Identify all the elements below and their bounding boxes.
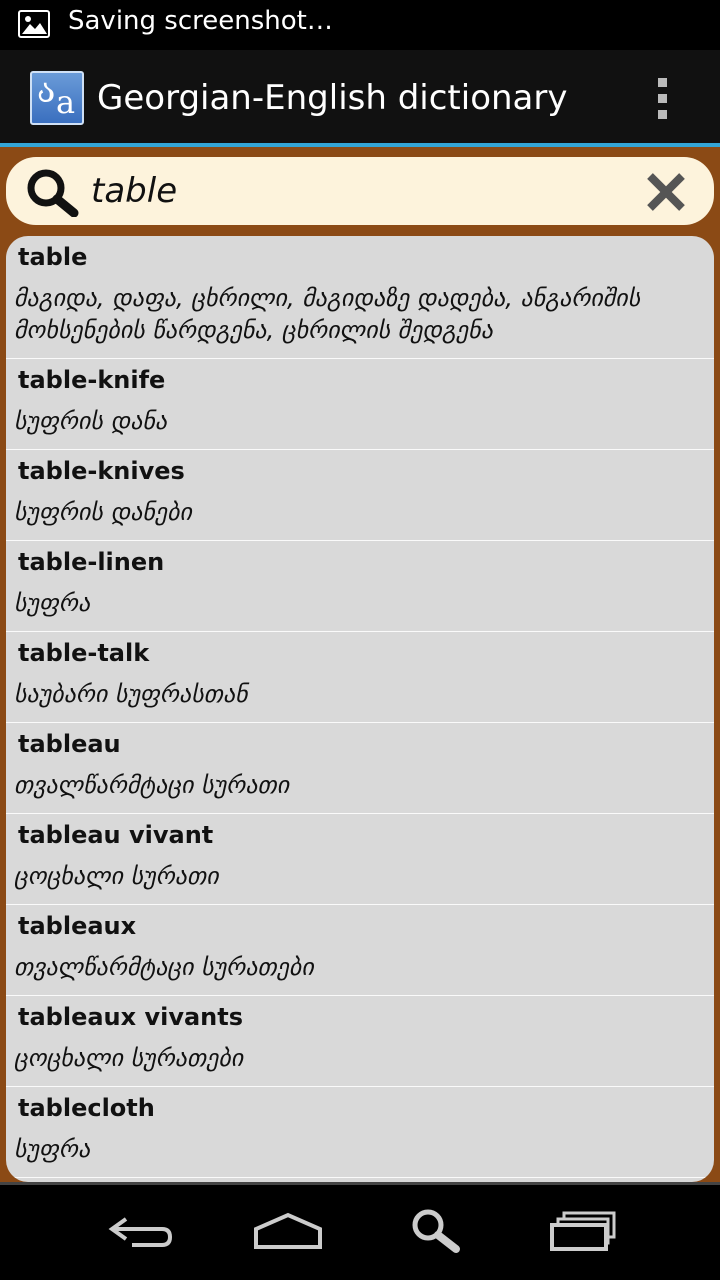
image-icon [18,10,50,38]
list-item[interactable]: table-linen სუფრა [6,541,714,632]
entry-word: table-linen [18,548,165,576]
entry-word: table-knife [18,366,166,394]
entry-translation: თვალწარმტაცი სურათი [14,771,290,799]
status-notification-text: Saving screenshot… [68,6,333,36]
entry-translation: ცოცხალი სურათი [14,862,219,890]
entry-translation: სუფრის დანა [14,407,168,435]
list-item[interactable]: table-knives სუფრის დანები [6,450,714,541]
entry-translation: საუბარი სუფრასთან [14,680,248,708]
home-icon[interactable] [250,1207,326,1255]
close-icon[interactable] [644,170,688,214]
entry-word: tableaux [18,912,137,940]
app-title: Georgian-English dictionary [97,78,568,118]
navigation-bar [0,1185,720,1280]
list-item[interactable]: tableau თვალწარმტაცი სურათი [6,723,714,814]
action-bar: ა a Georgian-English dictionary [0,50,720,143]
search-icon[interactable] [408,1207,468,1257]
search-icon [27,169,79,217]
entry-translation: ცოცხალი სურათები [14,1044,244,1072]
status-bar: Saving screenshot… [0,0,720,50]
dictionary-logo-icon[interactable]: ა a [30,71,84,125]
back-icon[interactable] [104,1207,176,1255]
list-item[interactable]: tableaux თვალწარმტაცი სურათები [6,905,714,996]
entry-translation: სუფრა [14,589,91,617]
entry-word: tableau vivant [18,821,214,849]
entry-translation: მაგიდა, დაფა, ცხრილი, მაგიდაზე დადება, ა… [14,284,641,344]
entry-word: tablecloth [18,1094,155,1122]
list-item[interactable]: tableaux vivants ცოცხალი სურათები [6,996,714,1087]
recent-apps-icon[interactable] [548,1207,620,1255]
list-item[interactable]: table-talk საუბარი სუფრასთან [6,632,714,723]
entry-translation: სუფრის დანები [14,498,192,526]
result-list[interactable]: table მაგიდა, დაფა, ცხრილი, მაგიდაზე დად… [6,236,714,1182]
search-box[interactable] [6,157,714,225]
list-item[interactable]: tablecloth სუფრა [6,1087,714,1178]
entry-translation: თვალწარმტაცი სურათები [14,953,314,981]
content-area: table მაგიდა, დაფა, ცხრილი, მაგიდაზე დად… [0,147,720,1184]
entry-word: table-talk [18,639,150,667]
search-input[interactable] [91,165,631,217]
entry-translation: სუფრა [14,1135,91,1163]
entry-word: table [18,243,88,271]
entry-word: tableaux vivants [18,1003,244,1031]
list-item[interactable]: tableau vivant ცოცხალი სურათი [6,814,714,905]
entry-word: table-knives [18,457,185,485]
entry-word: tableau [18,730,121,758]
list-item[interactable]: table-knife სუფრის დანა [6,359,714,450]
overflow-menu-icon[interactable] [648,76,678,122]
list-item[interactable]: table მაგიდა, დაფა, ცხრილი, მაგიდაზე დად… [6,236,714,359]
